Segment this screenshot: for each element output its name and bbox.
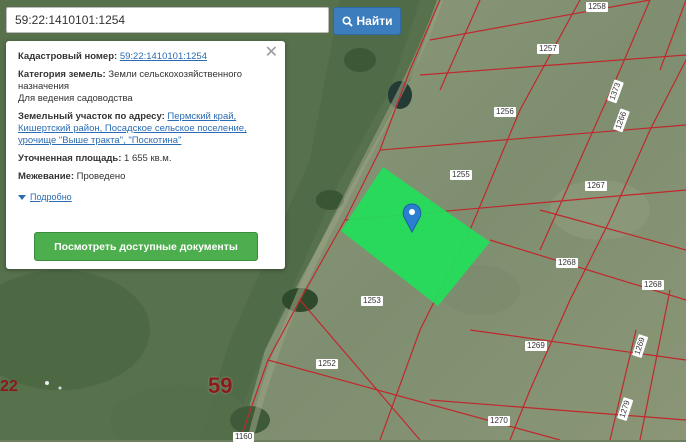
search-bar: Найти (6, 7, 401, 35)
area-label: Уточненная площадь: (18, 153, 122, 164)
details-link[interactable]: Подробно (30, 191, 72, 203)
details-toggle[interactable]: Подробно (18, 191, 273, 203)
cadastral-link[interactable]: 59:22:1410101:1254 (120, 51, 207, 62)
cadastral-label: Кадастровый номер: (18, 51, 118, 62)
view-documents-button[interactable]: Посмотреть доступные документы (34, 232, 258, 261)
plot-label: 1270 (488, 416, 510, 426)
caret-down-icon (18, 194, 26, 200)
plot-label: 1257 (537, 44, 559, 54)
category-row: Категория земель: Земли сельскохозяйстве… (18, 69, 273, 105)
close-icon[interactable]: ✕ (265, 45, 278, 61)
search-button[interactable]: Найти (333, 7, 401, 35)
region-number-left: 22 (0, 378, 18, 395)
search-input[interactable] (6, 7, 329, 33)
survey-label: Межевание: (18, 171, 74, 182)
survey-value: Проведено (76, 171, 126, 182)
plot-label: 1256 (494, 107, 516, 117)
area-value: 1 655 кв.м. (124, 153, 172, 164)
plot-label: 1268 (642, 280, 664, 290)
cadastral-row: Кадастровый номер: 59:22:1410101:1254 (18, 51, 273, 63)
plot-label: 1255 (450, 170, 472, 180)
plot-label: 1258 (586, 2, 608, 12)
plot-label: 1268 (556, 258, 578, 268)
address-row: Земельный участок по адресу: Пермский кр… (18, 111, 273, 147)
plot-label: 1267 (585, 181, 607, 191)
search-button-label: Найти (356, 14, 393, 28)
plot-label: 1269 (525, 341, 547, 351)
region-number: 59 (208, 373, 233, 398)
plot-label: 1252 (316, 359, 338, 369)
survey-row: Межевание: Проведено (18, 171, 273, 183)
plot-label: 1253 (361, 296, 383, 306)
search-icon (341, 15, 353, 27)
use-value: Для ведения садоводства (18, 93, 133, 104)
parcel-info-panel: ✕ Кадастровый номер: 59:22:1410101:1254 … (6, 41, 285, 269)
category-label: Категория земель: (18, 69, 106, 80)
plot-label: 1160 (233, 432, 255, 442)
address-label: Земельный участок по адресу: (18, 111, 165, 122)
area-row: Уточненная площадь: 1 655 кв.м. (18, 153, 273, 165)
